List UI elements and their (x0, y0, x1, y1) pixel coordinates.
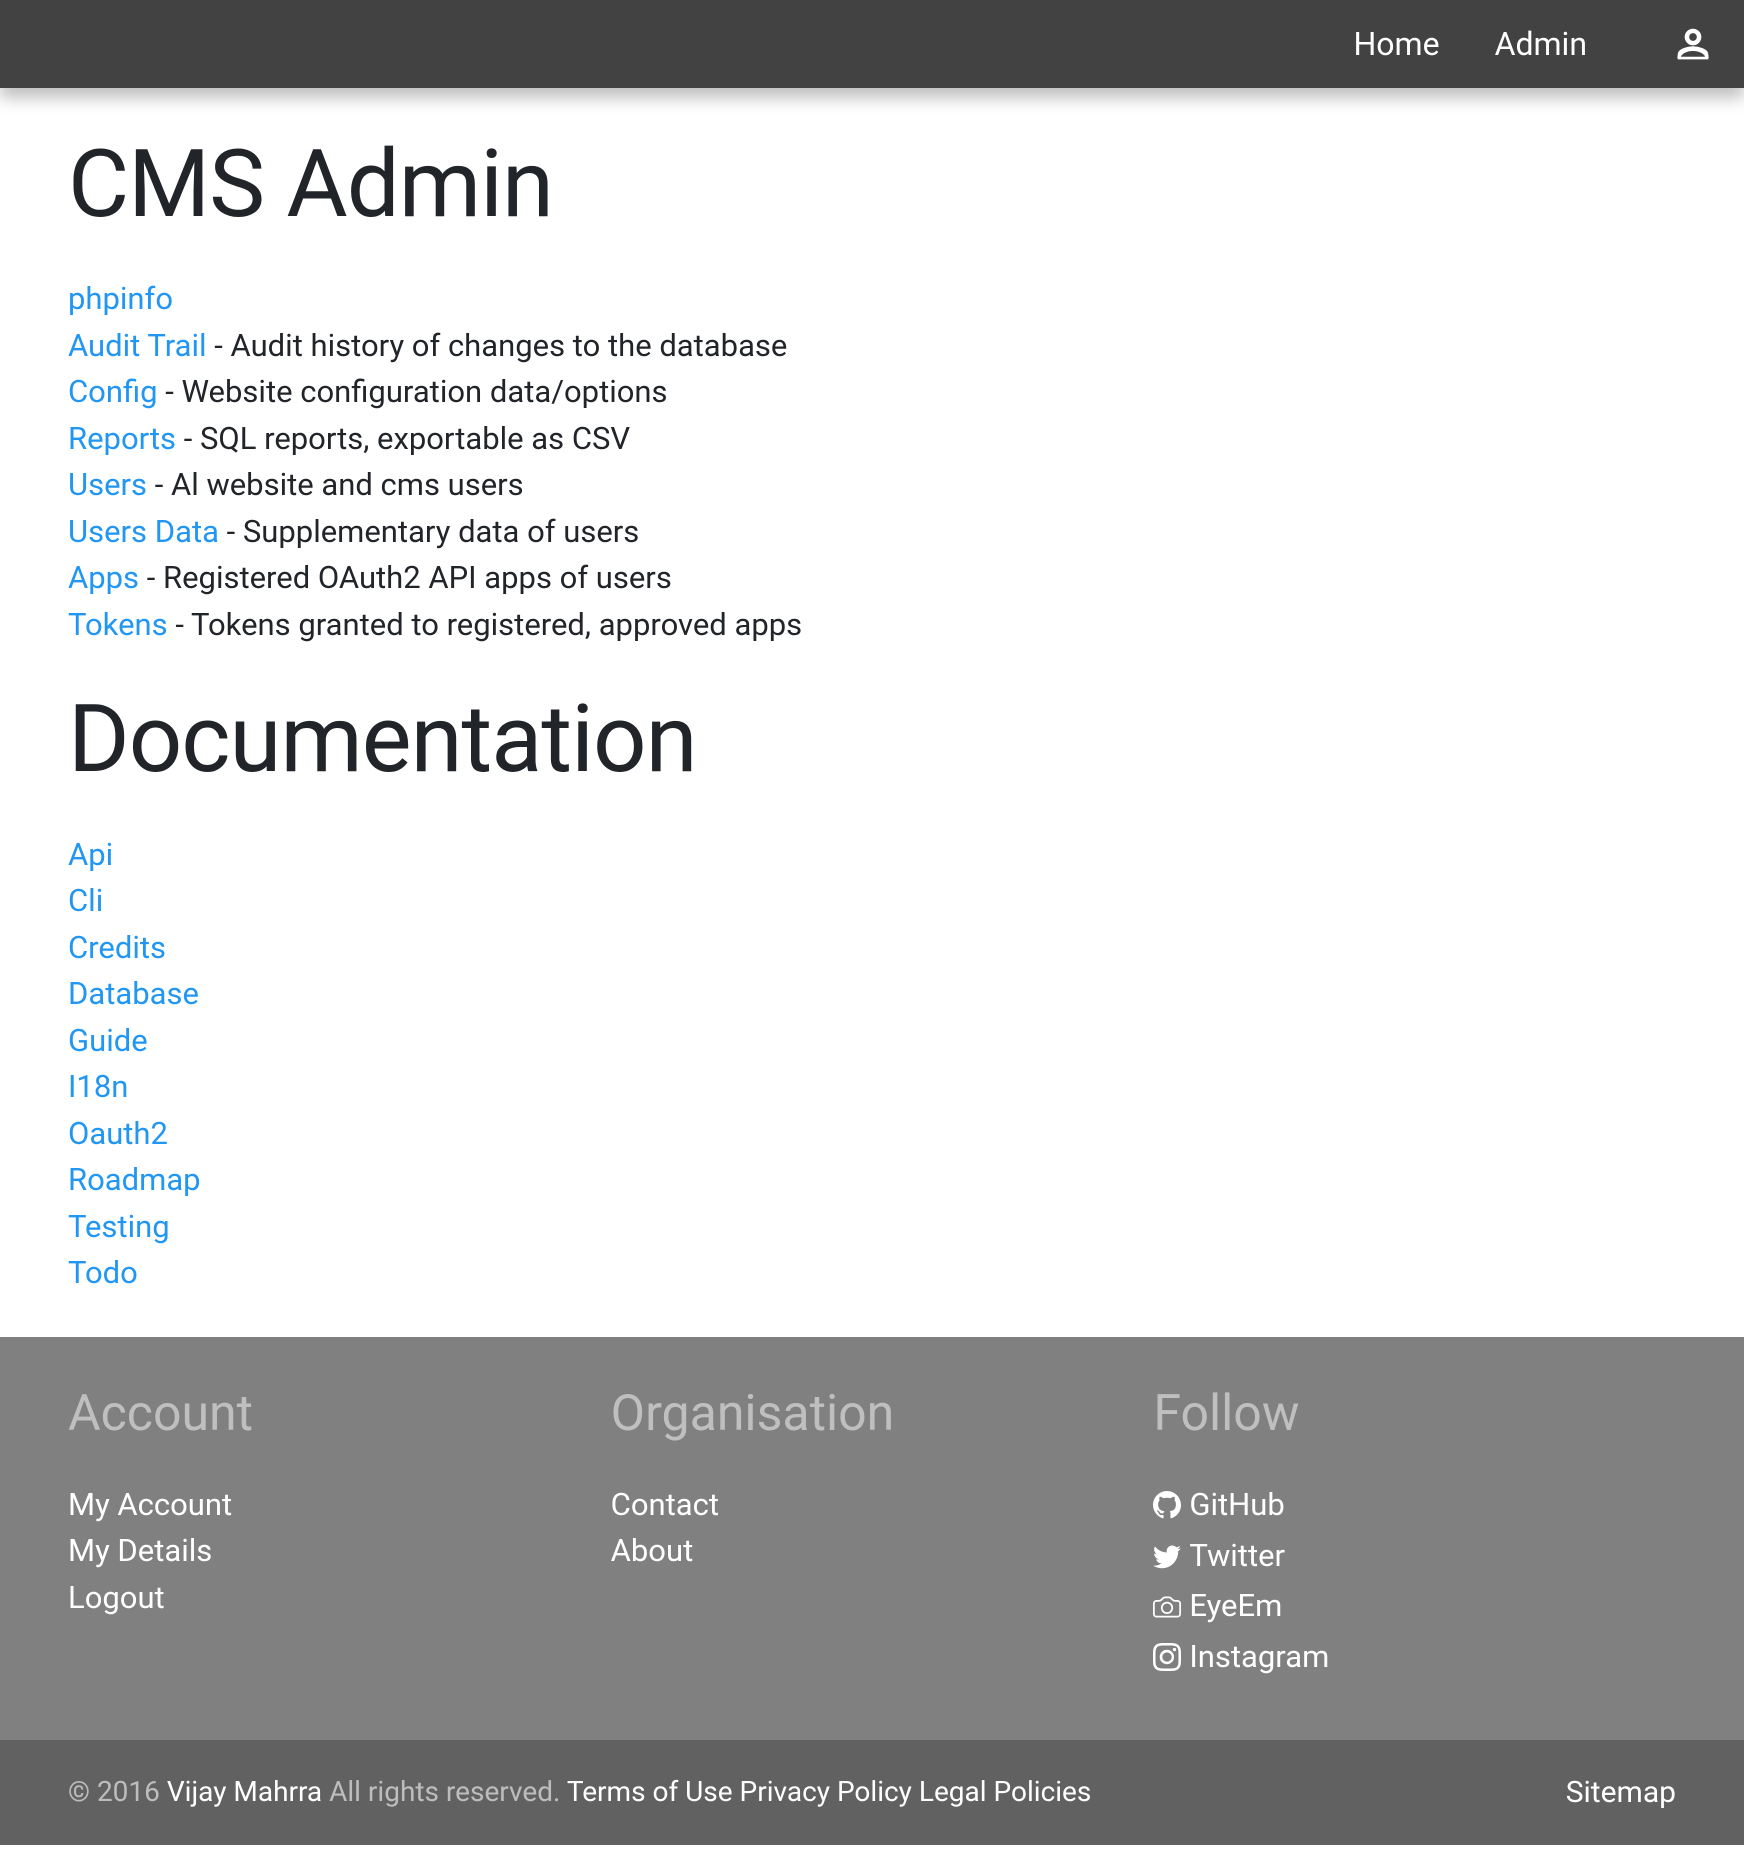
follow-link-label: Twitter (1189, 1533, 1285, 1580)
footer-lower: © 2016 Vijay Mahrra All rights reserved.… (0, 1740, 1744, 1845)
doc-link[interactable]: Api (68, 836, 113, 873)
admin-link-desc: - SQL reports, exportable as CSV (176, 420, 630, 457)
doc-link-item: Roadmap (68, 1157, 1676, 1204)
copyright-prefix: © 2016 (68, 1775, 167, 1808)
doc-link[interactable]: Oauth2 (68, 1115, 168, 1152)
admin-link[interactable]: Reports (68, 420, 176, 457)
top-navbar: Home Admin (0, 0, 1744, 88)
footer-copyright: © 2016 Vijay Mahrra All rights reserved.… (68, 1771, 1091, 1813)
doc-link-item: Cli (68, 878, 1676, 925)
follow-link[interactable]: Instagram (1153, 1634, 1329, 1681)
organisation-link[interactable]: Contact (611, 1482, 719, 1529)
footer-col-organisation: Organisation ContactAbout (611, 1377, 1134, 1685)
admin-link-desc: - Registered OAuth2 API apps of users (139, 559, 672, 596)
account-link-item: My Details (68, 1528, 591, 1575)
footer: Account My AccountMy DetailsLogout Organ… (0, 1337, 1744, 1845)
organisation-links-list: ContactAbout (611, 1482, 1134, 1575)
follow-link[interactable]: GitHub (1153, 1482, 1284, 1529)
follow-link[interactable]: EyeEm (1153, 1583, 1282, 1630)
admin-link-item: Tokens - Tokens granted to registered, a… (68, 602, 1676, 649)
footer-col-account: Account My AccountMy DetailsLogout (68, 1377, 591, 1685)
admin-link-desc: - Supplementary data of users (219, 513, 639, 550)
admin-link[interactable]: Users Data (68, 513, 219, 550)
account-link-item: My Account (68, 1482, 591, 1529)
doc-link[interactable]: I18n (68, 1068, 128, 1105)
privacy-link[interactable]: Privacy Policy (740, 1775, 912, 1808)
copyright-middle: All rights reserved. (322, 1775, 567, 1808)
footer-heading-follow: Follow (1153, 1377, 1676, 1452)
main-content: CMS Admin phpinfo Audit Trail - Audit his… (0, 88, 1744, 1337)
doc-links-list: Api Cli Credits Database Guide I18n Oauth2 Road… (68, 832, 1676, 1297)
sitemap-link[interactable]: Sitemap (1566, 1775, 1676, 1810)
doc-link-item: Testing (68, 1204, 1676, 1251)
admin-link[interactable]: Tokens (68, 606, 168, 643)
doc-link[interactable]: Todo (68, 1254, 138, 1291)
follow-links-list: GitHubTwitterEyeEmInstagram (1153, 1482, 1676, 1685)
account-link[interactable]: My Account (68, 1482, 232, 1529)
footer-sitemap: Sitemap (1566, 1770, 1676, 1815)
twitter-icon (1153, 1542, 1181, 1570)
admin-link-item: Users Data - Supplementary data of users (68, 509, 1676, 556)
organisation-link[interactable]: About (611, 1528, 694, 1575)
person-icon[interactable] (1672, 23, 1714, 65)
doc-link[interactable]: Guide (68, 1022, 148, 1059)
admin-links-list: phpinfo Audit Trail - Audit history of ch… (68, 276, 1676, 648)
admin-link[interactable]: Config (68, 373, 158, 410)
doc-link-item: Oauth2 (68, 1111, 1676, 1158)
admin-link[interactable]: Users (68, 466, 147, 503)
author-link[interactable]: Vijay Mahrra (167, 1775, 322, 1808)
nav-admin-link[interactable]: Admin (1495, 20, 1587, 68)
camera-icon (1153, 1593, 1181, 1621)
doc-link-item: Guide (68, 1018, 1676, 1065)
account-link-item: Logout (68, 1575, 591, 1622)
organisation-link-item: Contact (611, 1482, 1134, 1529)
admin-link-item: phpinfo (68, 276, 1676, 323)
follow-link-item: Instagram (1153, 1634, 1676, 1685)
account-link[interactable]: Logout (68, 1575, 165, 1622)
organisation-link-item: About (611, 1528, 1134, 1575)
admin-link-desc: - Audit history of changes to the databa… (207, 327, 788, 364)
doc-link[interactable]: Cli (68, 882, 103, 919)
doc-link[interactable]: Database (68, 975, 199, 1012)
doc-link[interactable]: Credits (68, 929, 166, 966)
page-heading-documentation: Documentation (68, 688, 1676, 791)
doc-link-item: Credits (68, 925, 1676, 972)
follow-link-item: GitHub (1153, 1482, 1676, 1533)
terms-link[interactable]: Terms of Use (567, 1775, 733, 1808)
instagram-icon (1153, 1643, 1181, 1671)
doc-link-item: I18n (68, 1064, 1676, 1111)
admin-link-desc: - Al website and cms users (147, 466, 524, 503)
github-icon (1153, 1491, 1181, 1519)
admin-link-item: Apps - Registered OAuth2 API apps of use… (68, 555, 1676, 602)
follow-link[interactable]: Twitter (1153, 1533, 1285, 1580)
follow-link-label: GitHub (1189, 1482, 1284, 1529)
admin-link-desc: - Tokens granted to registered, approved… (168, 606, 802, 643)
doc-link[interactable]: Testing (68, 1208, 170, 1245)
footer-heading-account: Account (68, 1377, 591, 1452)
legal-link[interactable]: Legal Policies (919, 1775, 1091, 1808)
doc-link[interactable]: Roadmap (68, 1161, 201, 1198)
admin-link[interactable]: Audit Trail (68, 327, 207, 364)
follow-link-label: Instagram (1189, 1634, 1329, 1681)
doc-link-item: Todo (68, 1250, 1676, 1297)
admin-link[interactable]: phpinfo (68, 280, 173, 317)
page-heading-admin: CMS Admin (68, 133, 1676, 236)
follow-link-item: EyeEm (1153, 1583, 1676, 1634)
admin-link-item: Audit Trail - Audit history of changes t… (68, 323, 1676, 370)
footer-heading-organisation: Organisation (611, 1377, 1134, 1452)
account-link[interactable]: My Details (68, 1528, 212, 1575)
nav-home-link[interactable]: Home (1353, 20, 1439, 68)
admin-link-desc: - Website configuration data/options (158, 373, 668, 410)
account-links-list: My AccountMy DetailsLogout (68, 1482, 591, 1622)
follow-link-label: EyeEm (1189, 1583, 1282, 1630)
follow-link-item: Twitter (1153, 1533, 1676, 1584)
doc-link-item: Api (68, 832, 1676, 879)
admin-link[interactable]: Apps (68, 559, 139, 596)
footer-upper: Account My AccountMy DetailsLogout Organ… (0, 1337, 1744, 1740)
footer-col-follow: Follow GitHubTwitterEyeEmInstagram (1153, 1377, 1676, 1685)
doc-link-item: Database (68, 971, 1676, 1018)
admin-link-item: Config - Website configuration data/opti… (68, 369, 1676, 416)
admin-link-item: Reports - SQL reports, exportable as CSV (68, 416, 1676, 463)
admin-link-item: Users - Al website and cms users (68, 462, 1676, 509)
